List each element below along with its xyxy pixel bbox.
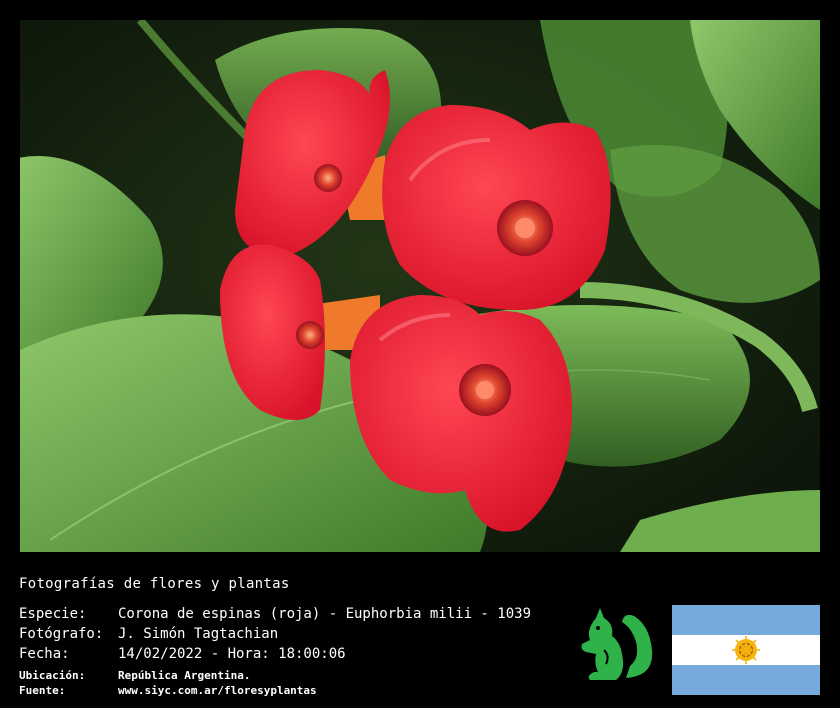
- location-value: República Argentina.: [118, 669, 251, 682]
- date-value: 14/02/2022 - Hora: 18:00:06: [118, 646, 346, 662]
- species-label: Especie:: [19, 606, 87, 622]
- source-row: Fuente: www.siyc.com.ar/floresyplantas: [19, 684, 317, 697]
- photographer-row: Fotógrafo: J. Simón Tagtachian: [19, 626, 278, 642]
- location-row: Ubicación: República Argentina.: [19, 669, 250, 682]
- flower-photo: [20, 20, 820, 552]
- squirrel-icon: [576, 606, 656, 686]
- source-label: Fuente:: [19, 684, 66, 697]
- date-label: Fecha:: [19, 646, 70, 662]
- source-value: www.siyc.com.ar/floresyplantas: [118, 684, 317, 697]
- photographer-label: Fotógrafo:: [19, 626, 104, 642]
- location-label: Ubicación:: [19, 669, 86, 682]
- species-value: Corona de espinas (roja) - Euphorbia mil…: [118, 606, 532, 622]
- page-title: Fotografías de flores y plantas: [19, 576, 290, 592]
- species-row: Especie: Corona de espinas (roja) - Eupho…: [19, 606, 531, 622]
- argentina-flag-icon: [672, 605, 820, 695]
- date-row: Fecha: 14/02/2022 - Hora: 18:00:06: [19, 646, 346, 662]
- photographer-value: J. Simón Tagtachian: [118, 626, 279, 642]
